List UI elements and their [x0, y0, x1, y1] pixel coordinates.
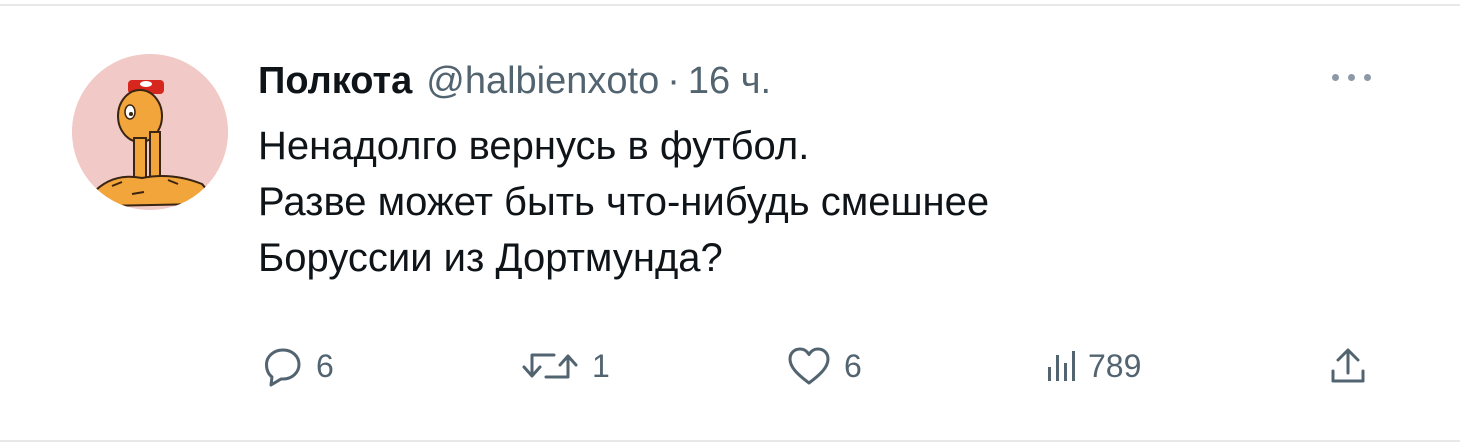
reply-button[interactable]: 6 — [262, 336, 334, 396]
tweet-header: Полкота @halbienxoto · 16 ч. — [258, 56, 771, 106]
tweet-text-line: Разве может быть что-нибудь смешнее — [258, 180, 990, 224]
share-icon — [1328, 345, 1368, 387]
like-count: 6 — [844, 347, 862, 384]
retweet-count: 1 — [592, 347, 610, 384]
retweet-button[interactable]: 1 — [520, 336, 610, 396]
tweet-timestamp[interactable]: 16 ч. — [688, 56, 771, 106]
tweet-text: Ненадолго вернусь в футбол. Разве может … — [258, 118, 1318, 286]
retweet-icon — [520, 345, 580, 387]
avatar-cat-image — [72, 54, 228, 210]
views-icon — [1046, 345, 1076, 387]
avatar[interactable] — [72, 54, 228, 210]
author-name[interactable]: Полкота — [258, 56, 412, 106]
more-options-icon[interactable] — [1332, 66, 1376, 90]
tweet[interactable]: Полкота @halbienxoto · 16 ч. Ненадолго в… — [0, 6, 1460, 440]
reply-count: 6 — [316, 347, 334, 384]
heart-icon — [786, 345, 832, 387]
share-button[interactable] — [1328, 336, 1368, 396]
views-button[interactable]: 789 — [1046, 336, 1141, 396]
reply-icon — [262, 345, 304, 387]
author-handle[interactable]: @halbienxoto — [426, 56, 659, 106]
tweet-text-line: Ненадолго вернусь в футбол. — [258, 124, 810, 168]
tweet-text-line: Боруссии из Дортмунда? — [258, 236, 723, 280]
separator-dot: · — [667, 60, 680, 102]
bottom-divider — [0, 440, 1460, 442]
like-button[interactable]: 6 — [786, 336, 862, 396]
tweet-actions: 6 1 6 789 — [0, 336, 1460, 396]
views-count: 789 — [1088, 347, 1142, 384]
